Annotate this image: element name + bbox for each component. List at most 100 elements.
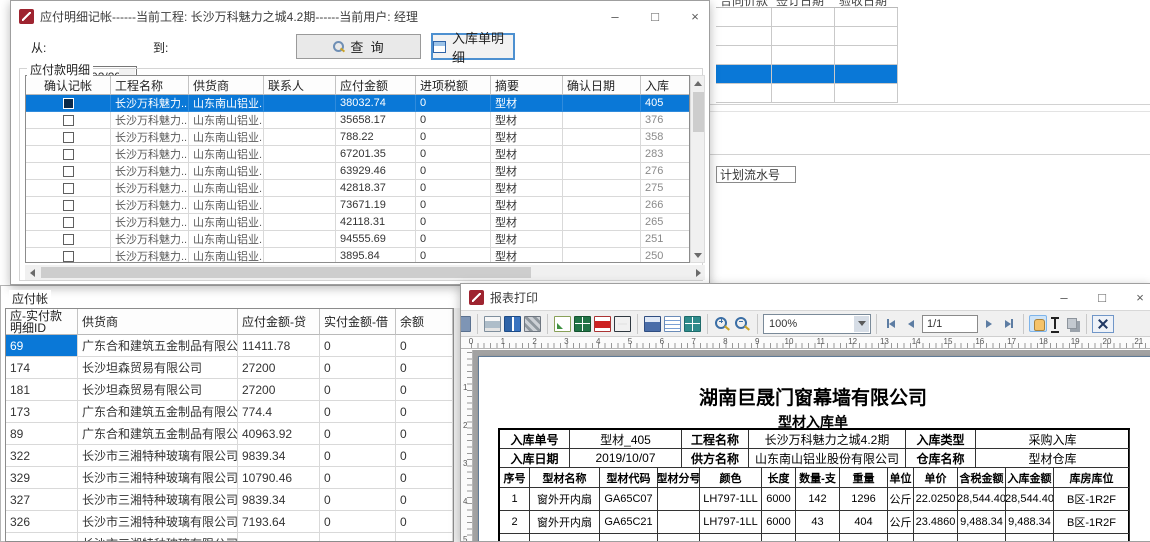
scroll-right-icon[interactable] <box>691 266 705 280</box>
export-doc-icon[interactable] <box>664 316 681 332</box>
column-header[interactable]: 联系人 <box>264 76 336 95</box>
checkbox-cell[interactable] <box>26 95 111 112</box>
checkbox-cell[interactable] <box>26 129 111 146</box>
report-print-titlebar[interactable]: 报表打印 – □ × <box>461 284 1150 310</box>
checkbox-cell[interactable] <box>26 248 111 263</box>
table-cell[interactable]: 27200 <box>238 357 320 379</box>
table-cell[interactable]: 774.4 <box>238 401 320 423</box>
preview-area[interactable]: 12345 湖南巨晟门窗幕墙有限公司 型材入库单 入库单号型材_405工程名称长… <box>461 350 1150 541</box>
table-cell[interactable]: 长沙坦森贸易有限公司 <box>78 357 238 379</box>
confirm-checkbox[interactable] <box>63 234 74 245</box>
scroll-up-icon[interactable] <box>691 76 705 90</box>
export-pdf-icon[interactable] <box>594 316 611 332</box>
table-cell[interactable]: 69 <box>6 335 78 357</box>
export-excel-icon[interactable] <box>574 316 591 332</box>
table-row[interactable]: 322长沙市三湘特种玻璃有限公司9839.3400 <box>6 445 453 467</box>
column-header[interactable]: 余额 <box>396 309 453 335</box>
table-row[interactable]: 长沙万科魅力...山东南山铝业...94555.690型材251 <box>26 231 689 248</box>
prev-page-icon[interactable] <box>902 315 920 332</box>
table-row[interactable]: 长沙万科魅力...山东南山铝业...63929.460型材276 <box>26 163 689 180</box>
column-header[interactable]: 实付金额-借 <box>320 309 396 335</box>
confirm-checkbox[interactable] <box>63 217 74 228</box>
table-cell[interactable]: 11411.78 <box>238 335 320 357</box>
table-row[interactable]: 长沙万科魅力...山东南山铝业...73671.190型材266 <box>26 197 689 214</box>
text-select-tool-icon[interactable] <box>1049 315 1063 332</box>
w1-horizontal-scrollbar[interactable] <box>25 265 705 280</box>
column-header[interactable]: 工程名称 <box>111 76 189 95</box>
scroll-thumb[interactable] <box>41 267 531 278</box>
confirm-checkbox[interactable] <box>63 132 74 143</box>
table-cell[interactable]: 广东合和建筑五金制品有限公司 <box>78 423 238 445</box>
table-cell[interactable]: 长沙市三湘特种玻璃有限公司 <box>78 511 238 533</box>
table-cell[interactable]: 0 <box>396 357 453 379</box>
confirm-checkbox[interactable] <box>63 166 74 177</box>
save-icon[interactable] <box>644 316 661 332</box>
table-row[interactable]: 长沙万科魅力...山东南山铝业...3895.840型材250 <box>26 248 689 263</box>
table-cell[interactable]: 174 <box>6 357 78 379</box>
table-cell[interactable]: 0 <box>320 423 396 445</box>
maximize-icon[interactable]: □ <box>647 9 663 24</box>
table-row[interactable]: 长沙万科魅力...山东南山铝业...38032.740型材405 <box>26 95 689 112</box>
table-cell[interactable]: 326 <box>6 511 78 533</box>
column-header[interactable]: 应付金额-贷 <box>238 309 320 335</box>
chevron-down-icon[interactable] <box>854 316 869 332</box>
scroll-down-icon[interactable] <box>691 248 705 262</box>
table-cell[interactable]: 181 <box>6 379 78 401</box>
table-row[interactable]: 69广东合和建筑五金制品有限公司11411.7800 <box>6 335 453 357</box>
book-icon[interactable] <box>504 316 521 332</box>
table-cell[interactable]: 40963.92 <box>238 423 320 445</box>
table-cell[interactable]: 0 <box>320 335 396 357</box>
table-row[interactable]: 326长沙市三湘特种玻璃有限公司7193.6400 <box>6 511 453 533</box>
export-mail-icon[interactable] <box>614 316 631 332</box>
zoom-combo[interactable]: 100% <box>763 314 871 334</box>
table-cell[interactable]: 长沙市三湘特种玻璃有限公司 <box>78 467 238 489</box>
table-row[interactable]: 327长沙市三湘特种玻璃有限公司9839.3400 <box>6 489 453 511</box>
copy-tool-icon[interactable] <box>1065 316 1081 332</box>
zoom-in-icon[interactable] <box>714 316 731 332</box>
table-cell[interactable]: 广东合和建筑五金制品有限公司 <box>78 401 238 423</box>
table-cell[interactable]: 长沙市三湘特种玻璃有限公司 <box>78 533 238 542</box>
hand-tool-icon[interactable] <box>1029 315 1047 332</box>
table-cell[interactable]: 9839.34 <box>238 489 320 511</box>
table-cell[interactable]: 0 <box>320 379 396 401</box>
column-header[interactable]: 供货商 <box>189 76 264 95</box>
zoom-out-icon[interactable] <box>734 316 751 332</box>
table-row[interactable]: 长沙万科魅力...山东南山铝业...788.220型材358 <box>26 129 689 146</box>
table-row[interactable]: 173广东合和建筑五金制品有限公司774.400 <box>6 401 453 423</box>
table-cell[interactable]: 0 <box>396 489 453 511</box>
table-cell[interactable]: 0 <box>396 423 453 445</box>
checkbox-cell[interactable] <box>26 163 111 180</box>
last-page-icon[interactable] <box>1000 315 1018 332</box>
confirm-checkbox[interactable] <box>63 200 74 211</box>
table-row[interactable]: 174长沙坦森贸易有限公司2720000 <box>6 357 453 379</box>
table-cell[interactable]: 173 <box>6 401 78 423</box>
table-cell[interactable]: 0 <box>320 357 396 379</box>
table-cell[interactable]: 322 <box>6 445 78 467</box>
first-page-icon[interactable] <box>882 315 900 332</box>
preview-icon[interactable] <box>461 316 471 332</box>
table-row[interactable]: 89广东合和建筑五金制品有限公司40963.9200 <box>6 423 453 445</box>
table-cell[interactable]: 10790.46 <box>238 467 320 489</box>
confirm-checkbox[interactable] <box>63 251 74 262</box>
scroll-thumb[interactable] <box>693 92 704 132</box>
page-setup-icon[interactable] <box>524 316 541 332</box>
checkbox-cell[interactable] <box>26 180 111 197</box>
table-cell[interactable] <box>396 533 453 542</box>
column-header[interactable]: 供货商 <box>78 309 238 335</box>
table-cell[interactable]: 0 <box>320 489 396 511</box>
minimize-icon[interactable]: – <box>607 9 623 24</box>
table-cell[interactable]: 7193.64 <box>238 511 320 533</box>
inbound-detail-button[interactable]: 入库单明细 <box>431 33 515 60</box>
maximize-icon[interactable]: □ <box>1094 290 1110 305</box>
table-cell[interactable]: 0 <box>396 335 453 357</box>
next-page-icon[interactable] <box>980 315 998 332</box>
column-header[interactable]: 进项税额 <box>416 76 491 95</box>
minimize-icon[interactable]: – <box>1056 290 1072 305</box>
table-cell[interactable]: 长沙市三湘特种玻璃有限公司 <box>78 489 238 511</box>
table-cell[interactable]: 27200 <box>238 379 320 401</box>
column-header[interactable]: 摘要 <box>491 76 563 95</box>
close-icon[interactable]: × <box>1132 290 1148 305</box>
column-header[interactable]: 确认记帐 <box>26 76 111 95</box>
column-header[interactable]: 确认日期 <box>563 76 641 95</box>
payable-detail-titlebar[interactable]: 应付明细记帐------当前工程: 长沙万科魅力之城4.2期------当前用户… <box>11 1 709 31</box>
